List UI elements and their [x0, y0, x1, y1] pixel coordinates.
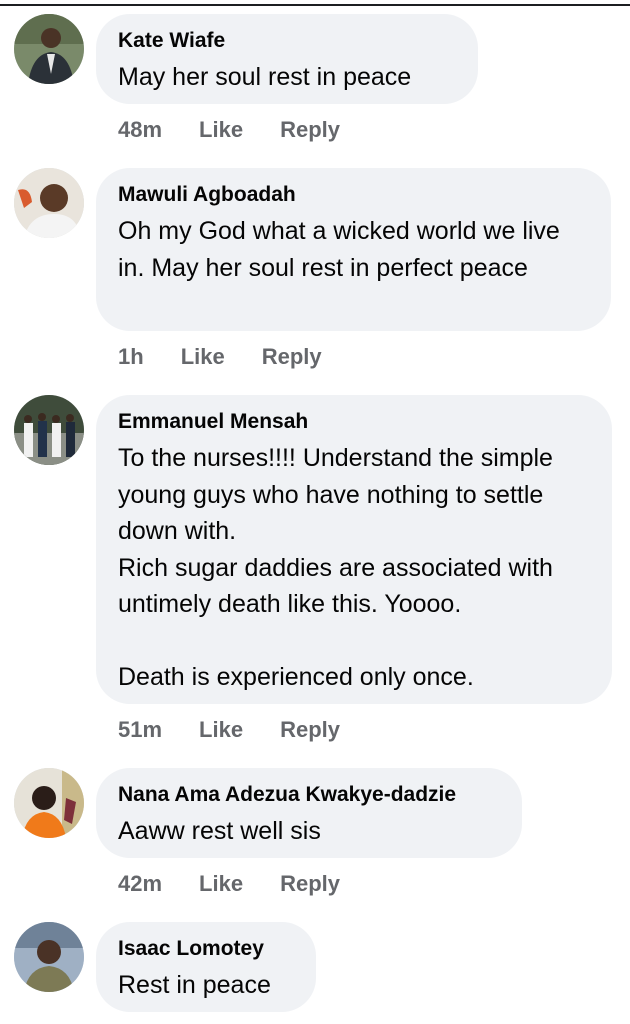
comment-author[interactable]: Nana Ama Adezua Kwakye-dadzie [118, 781, 498, 809]
comment-author[interactable]: Mawuli Agboadah [118, 181, 587, 209]
like-button[interactable]: Like [199, 117, 243, 143]
comment-bubble: Mawuli Agboadah Oh my God what a wicked … [96, 168, 611, 331]
comment-actions: 42m Like Reply [118, 871, 340, 897]
reply-button[interactable]: Reply [280, 871, 340, 897]
avatar-photo-icon [14, 395, 84, 465]
comment-actions: 1h Like Reply [118, 344, 322, 370]
avatar[interactable] [14, 168, 84, 238]
reply-button[interactable]: Reply [280, 117, 340, 143]
comment-timestamp[interactable]: 1h [118, 344, 144, 370]
comment-bubble: Nana Ama Adezua Kwakye-dadzie Aaww rest … [96, 768, 522, 858]
comment-actions: 51m Like Reply [118, 717, 340, 743]
like-button[interactable]: Like [199, 871, 243, 897]
comment-timestamp[interactable]: 48m [118, 117, 162, 143]
avatar[interactable] [14, 14, 84, 84]
avatar[interactable] [14, 395, 84, 465]
comment-actions: 48m Like Reply [118, 117, 340, 143]
comment-text: Oh my God what a wicked world we live in… [118, 217, 567, 282]
avatar-photo-icon [14, 168, 84, 238]
comment-timestamp[interactable]: 51m [118, 717, 162, 743]
comment-author[interactable]: Emmanuel Mensah [118, 408, 588, 436]
avatar[interactable] [14, 768, 84, 838]
comment-timestamp[interactable]: 42m [118, 871, 162, 897]
avatar[interactable] [14, 922, 84, 992]
comment-text: Aaww rest well sis [118, 817, 321, 845]
comment-author[interactable]: Kate Wiafe [118, 27, 454, 55]
comment-text: May her soul rest in peace [118, 63, 412, 91]
avatar-photo-icon [14, 14, 84, 84]
comment-bubble: Emmanuel Mensah To the nurses!!!! Unders… [96, 395, 612, 704]
avatar-photo-icon [14, 922, 84, 992]
comment-author[interactable]: Isaac Lomotey [118, 935, 292, 963]
comment-text: Rest in peace [118, 971, 271, 999]
reply-button[interactable]: Reply [262, 344, 322, 370]
comment-bubble: Kate Wiafe May her soul rest in peace [96, 14, 478, 104]
top-divider [0, 4, 630, 6]
like-button[interactable]: Like [181, 344, 225, 370]
comment-text: To the nurses!!!! Understand the simple … [118, 444, 553, 691]
comment-bubble: Isaac Lomotey Rest in peace [96, 922, 316, 1012]
avatar-photo-icon [14, 768, 84, 838]
reply-button[interactable]: Reply [280, 717, 340, 743]
like-button[interactable]: Like [199, 717, 243, 743]
